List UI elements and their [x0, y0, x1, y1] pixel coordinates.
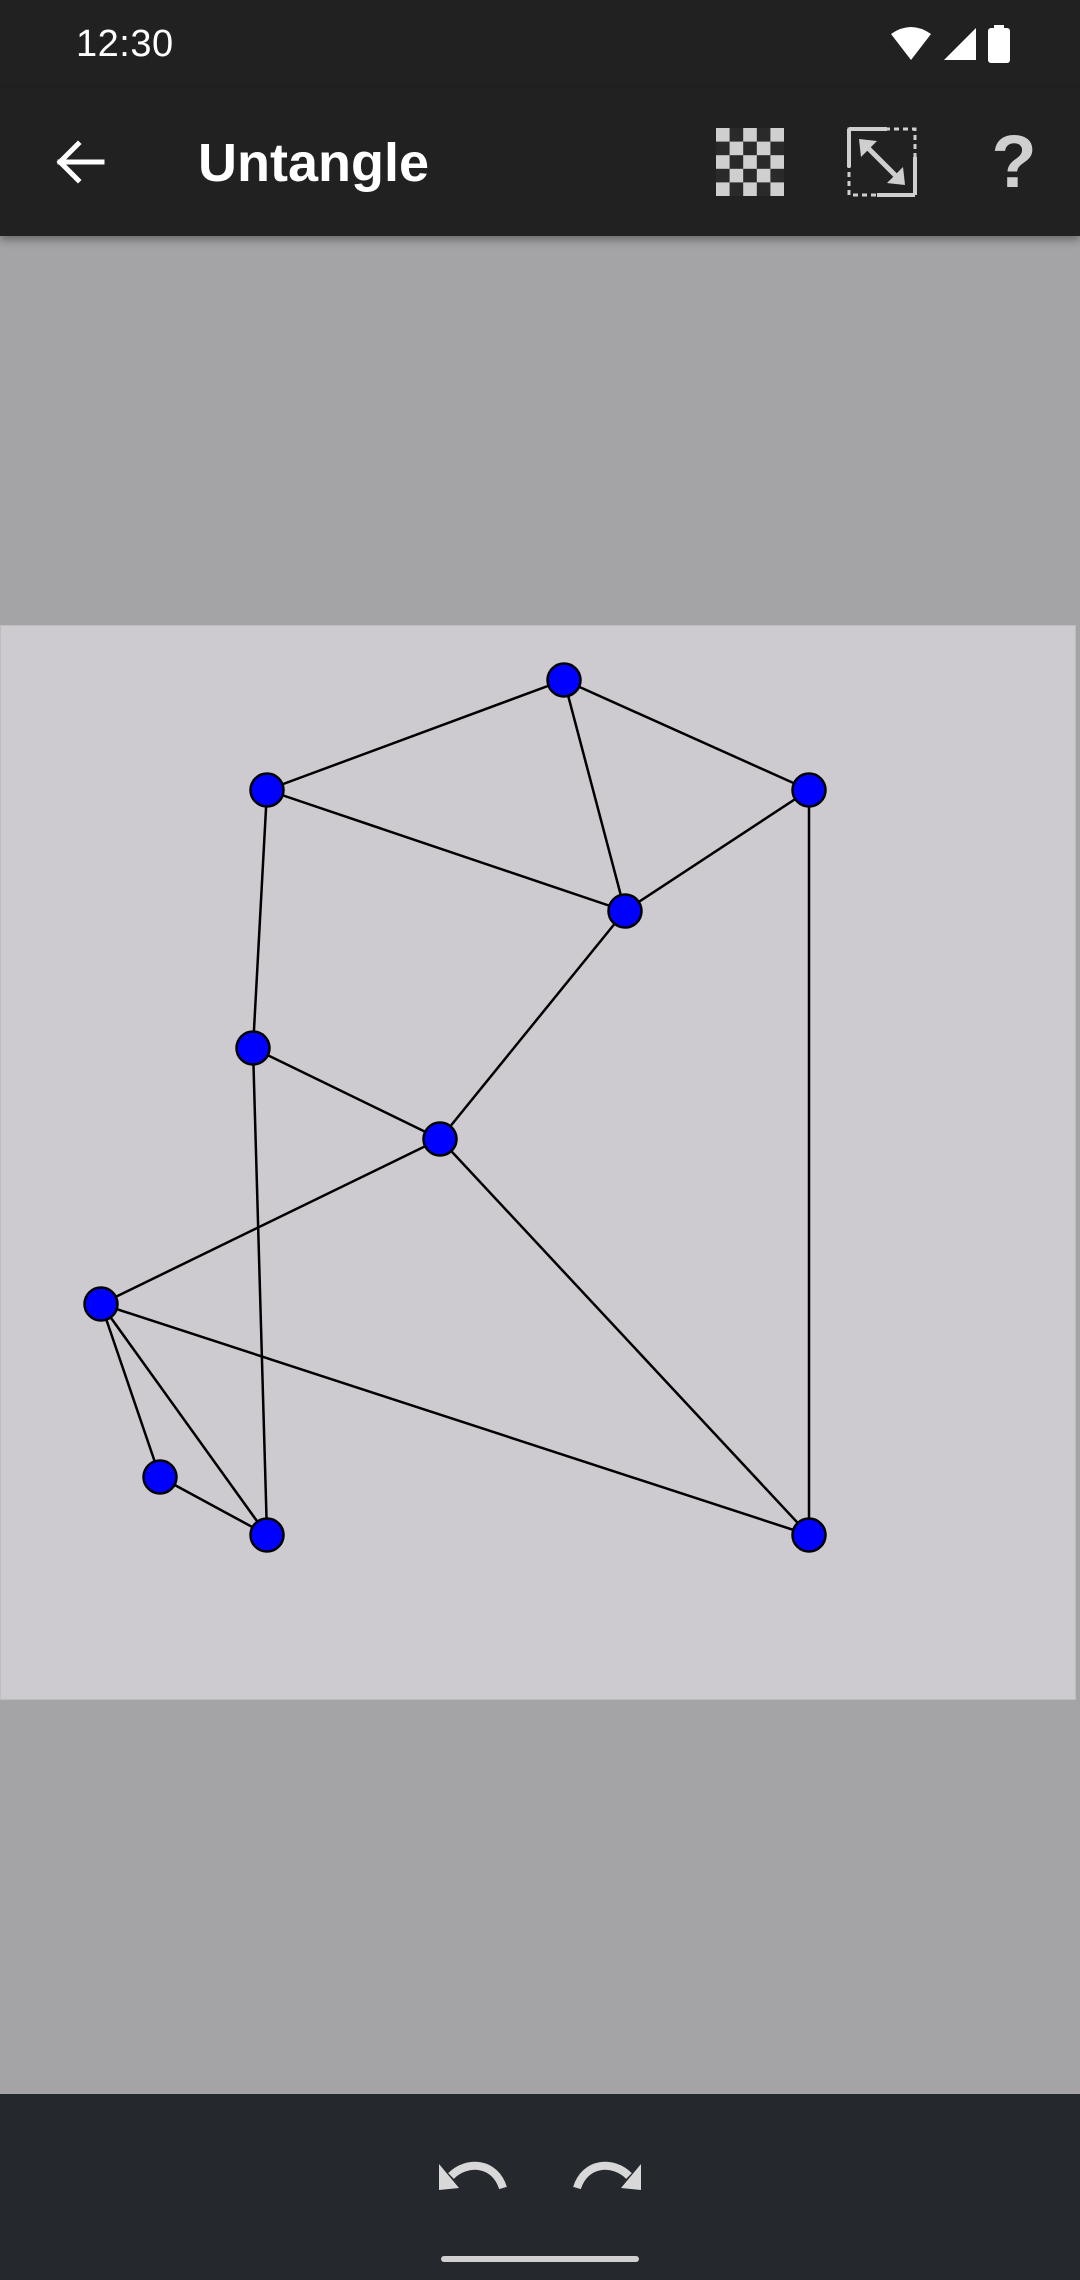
- help-button[interactable]: ?: [968, 116, 1060, 208]
- redo-button[interactable]: [562, 2136, 652, 2212]
- graph-edge: [252, 1046, 441, 1141]
- graph-edge: [251, 789, 269, 1049]
- graph-edge: [100, 1137, 441, 1306]
- graph-node[interactable]: [422, 1121, 458, 1157]
- status-icons: [890, 22, 1010, 66]
- graph-node[interactable]: [235, 1030, 271, 1066]
- resize-button[interactable]: [836, 116, 928, 208]
- graph-edge: [624, 788, 810, 913]
- back-button[interactable]: [28, 110, 132, 214]
- graph-node[interactable]: [83, 1286, 119, 1322]
- graph-edge: [159, 1475, 268, 1537]
- status-bar: 12:30: [0, 0, 1080, 88]
- graph-node[interactable]: [791, 772, 827, 808]
- graph-edge: [251, 1047, 269, 1536]
- bottom-bar: [0, 2094, 1080, 2280]
- graph-edge: [439, 910, 626, 1140]
- undo-icon: [439, 2161, 507, 2190]
- help-icon: ?: [991, 120, 1037, 203]
- undo-button[interactable]: [428, 2136, 518, 2212]
- signal-icon: [944, 28, 976, 60]
- gesture-nav-handle[interactable]: [441, 2256, 639, 2262]
- puzzle-graph[interactable]: [1, 626, 1075, 1699]
- graph-edge: [562, 679, 627, 912]
- status-time: 12:30: [76, 23, 174, 65]
- puzzle-board[interactable]: [0, 625, 1076, 1700]
- battery-icon: [988, 25, 1010, 63]
- graph-edge: [563, 678, 810, 792]
- app-title: Untangle: [198, 133, 430, 193]
- checkerboard-icon: [716, 128, 784, 196]
- redo-icon: [573, 2161, 641, 2190]
- graph-edge: [99, 1303, 269, 1536]
- graph-edge: [266, 788, 626, 913]
- graph-node[interactable]: [607, 893, 643, 929]
- wifi-icon: [891, 27, 931, 60]
- graph-node[interactable]: [546, 662, 582, 698]
- graph-edge: [266, 678, 565, 792]
- app-bar: Untangle ?: [0, 88, 1080, 236]
- graph-node[interactable]: [249, 772, 285, 808]
- graph-node[interactable]: [142, 1459, 178, 1495]
- back-arrow-icon: [56, 140, 105, 184]
- graph-node[interactable]: [791, 1517, 827, 1553]
- solve-button[interactable]: [704, 116, 796, 208]
- graph-edge: [99, 1303, 162, 1478]
- resize-icon: [847, 127, 917, 197]
- graph-node[interactable]: [249, 1517, 285, 1553]
